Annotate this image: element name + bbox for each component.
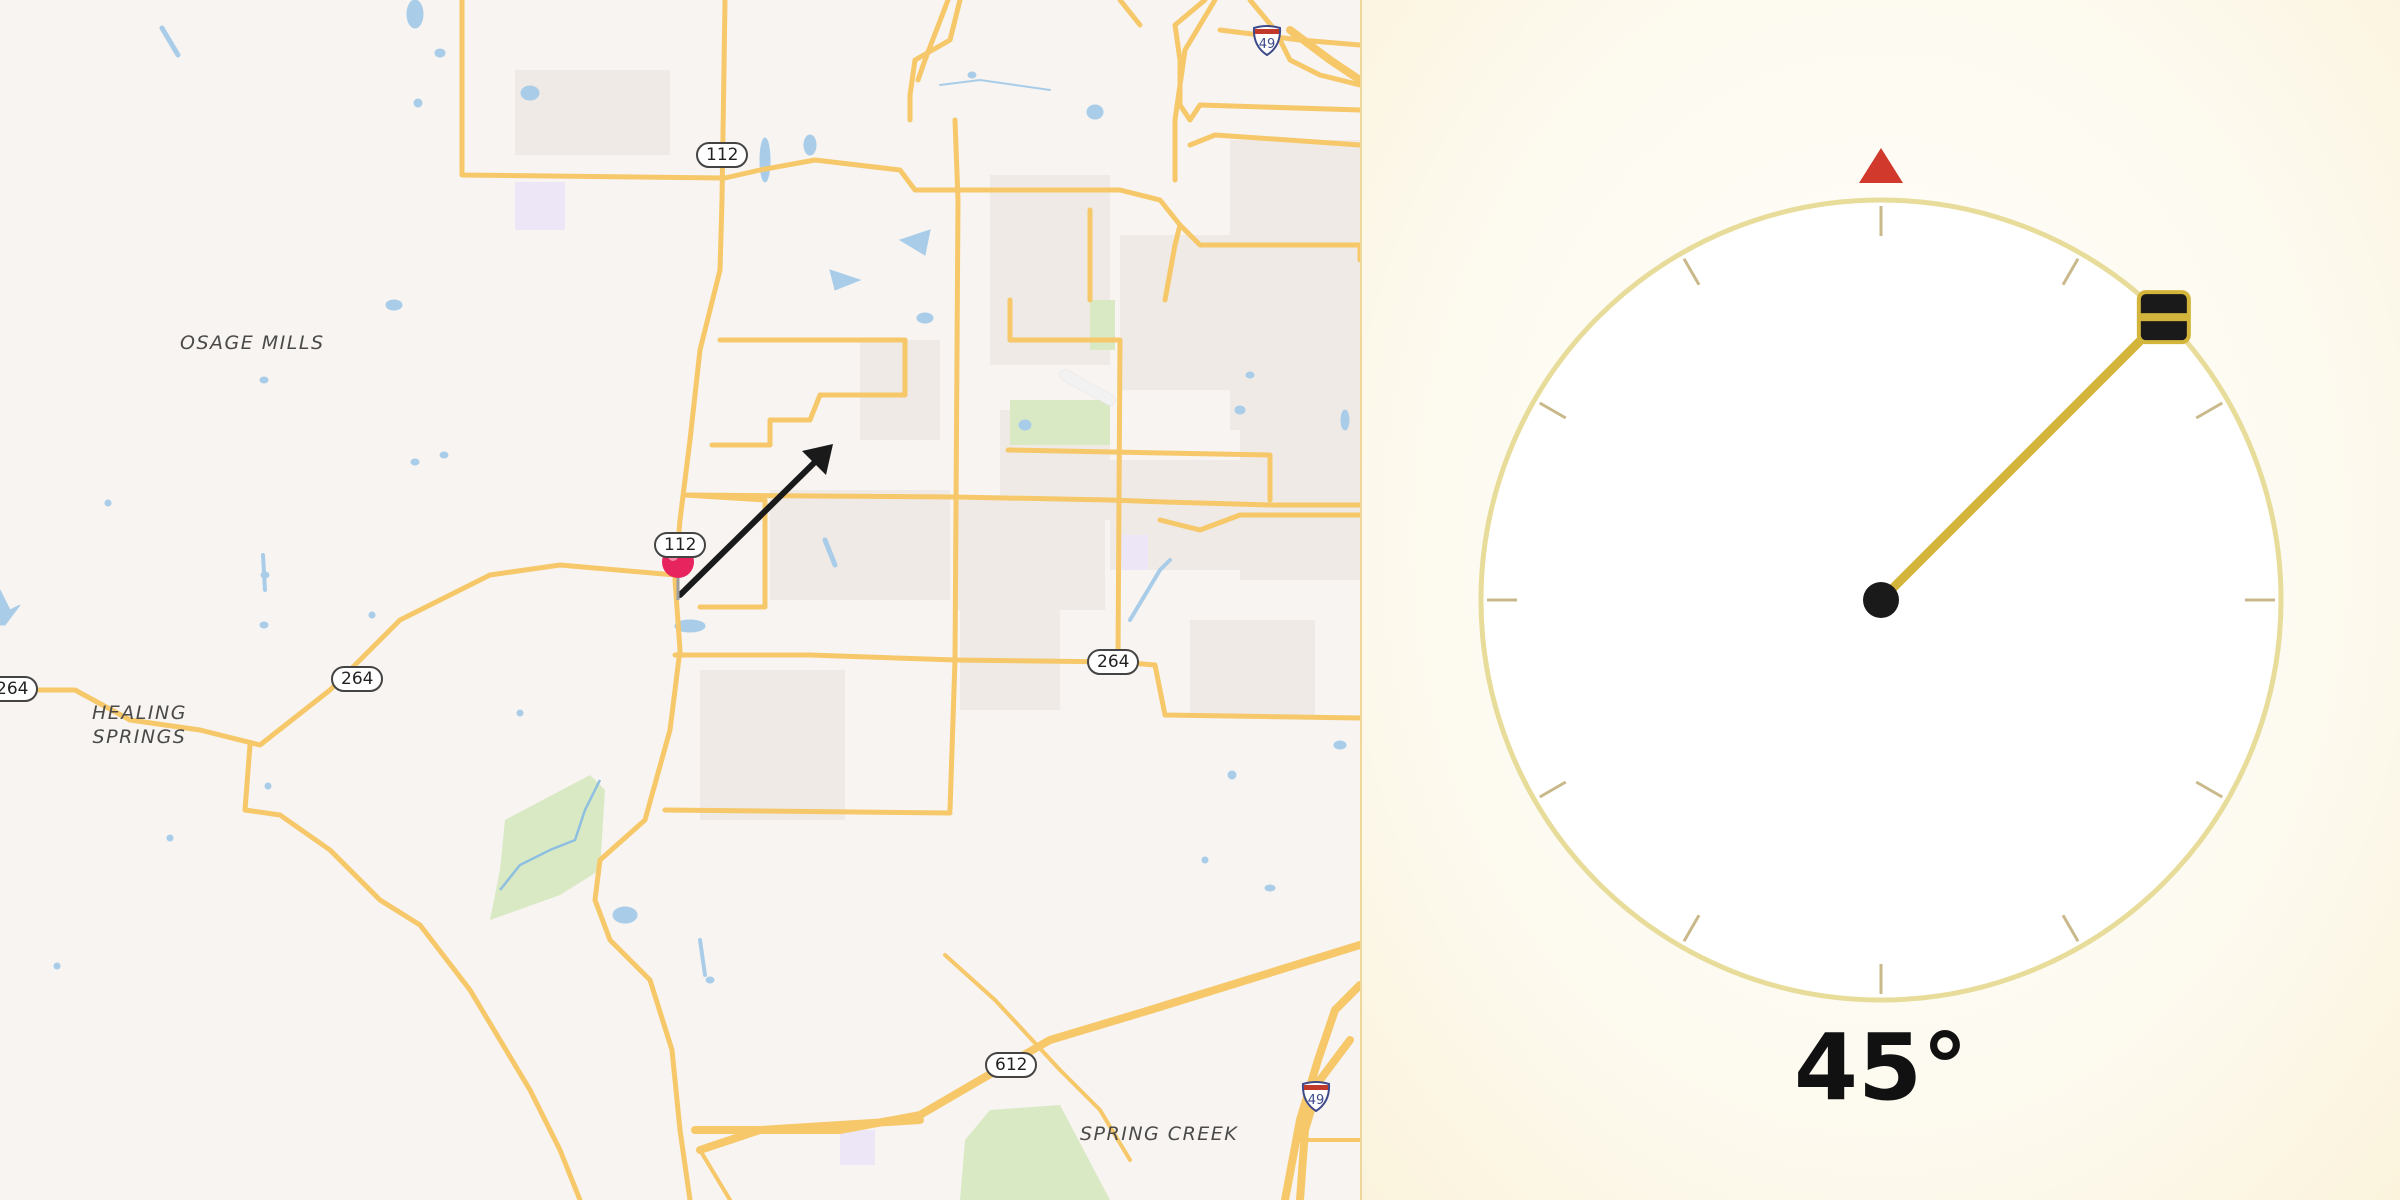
route-shield-264-edge: 264	[0, 676, 39, 702]
place-label-spring-creek: SPRING CREEK	[1080, 1123, 1239, 1145]
drag-handle-icon[interactable]	[2136, 290, 2191, 345]
map-canvas	[0, 0, 1360, 1200]
route-shield-112-north: 112	[696, 142, 749, 168]
route-shield-264-west: 264	[331, 666, 384, 692]
interstate-label: 49	[1259, 37, 1276, 52]
route-shield-612: 612	[985, 1052, 1038, 1078]
map-view[interactable]: OSAGE MILLS HEALING SPRINGS SPRING CREEK…	[0, 0, 1360, 1200]
route-shield-264-east: 264	[1087, 649, 1140, 675]
north-triangle-icon	[1859, 148, 1903, 183]
interstate-shield-icon: 49	[1251, 24, 1283, 57]
road-network	[0, 0, 1360, 1200]
interstate-label: 49	[1308, 1093, 1325, 1108]
place-label-healing-springs: HEALING SPRINGS	[92, 702, 187, 748]
compass-panel: 45°	[1362, 0, 2400, 1200]
place-label-osage-mills: OSAGE MILLS	[180, 332, 325, 354]
heading-readout: 45°	[1793, 1014, 1969, 1121]
urban-areas	[515, 70, 1360, 820]
interstate-shield-icon: 49	[1300, 1080, 1332, 1113]
compass-hub	[1863, 582, 1899, 618]
route-shield-112-center: 112	[654, 532, 707, 558]
